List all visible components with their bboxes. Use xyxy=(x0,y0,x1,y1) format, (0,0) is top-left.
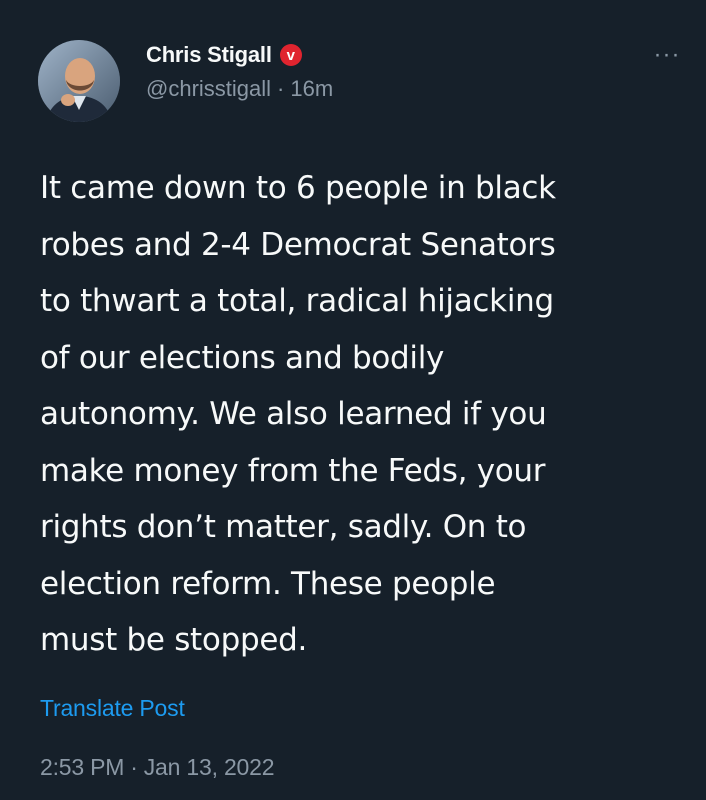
author-meta-row: @chrisstigall · 16m xyxy=(146,72,333,106)
tweet-text: It came down to 6 people in black robes … xyxy=(40,170,556,658)
translate-post-link[interactable]: Translate Post xyxy=(40,695,185,722)
more-horizontal-icon: ··· xyxy=(653,41,681,68)
verified-badge-icon: v xyxy=(279,44,302,66)
tweet-card: Chris Stigall v @chrisstigall · 16m ··· … xyxy=(0,0,706,800)
timestamp-separator: · xyxy=(130,754,138,780)
author-name-row: Chris Stigall v xyxy=(146,38,333,72)
author-display-name[interactable]: Chris Stigall xyxy=(146,42,272,68)
avatar-image xyxy=(38,40,120,122)
timestamp-row: 2:53 PM · Jan 13, 2022 xyxy=(40,754,275,781)
author-handle[interactable]: @chrisstigall xyxy=(146,76,271,102)
relative-time[interactable]: 16m xyxy=(290,76,333,102)
avatar[interactable] xyxy=(38,40,120,122)
post-date[interactable]: Jan 13, 2022 xyxy=(144,754,275,781)
post-time[interactable]: 2:53 PM xyxy=(40,754,124,781)
more-options-button[interactable]: ··· xyxy=(650,43,684,68)
author-block: Chris Stigall v @chrisstigall · 16m xyxy=(146,38,333,106)
meta-separator: · xyxy=(277,76,285,101)
